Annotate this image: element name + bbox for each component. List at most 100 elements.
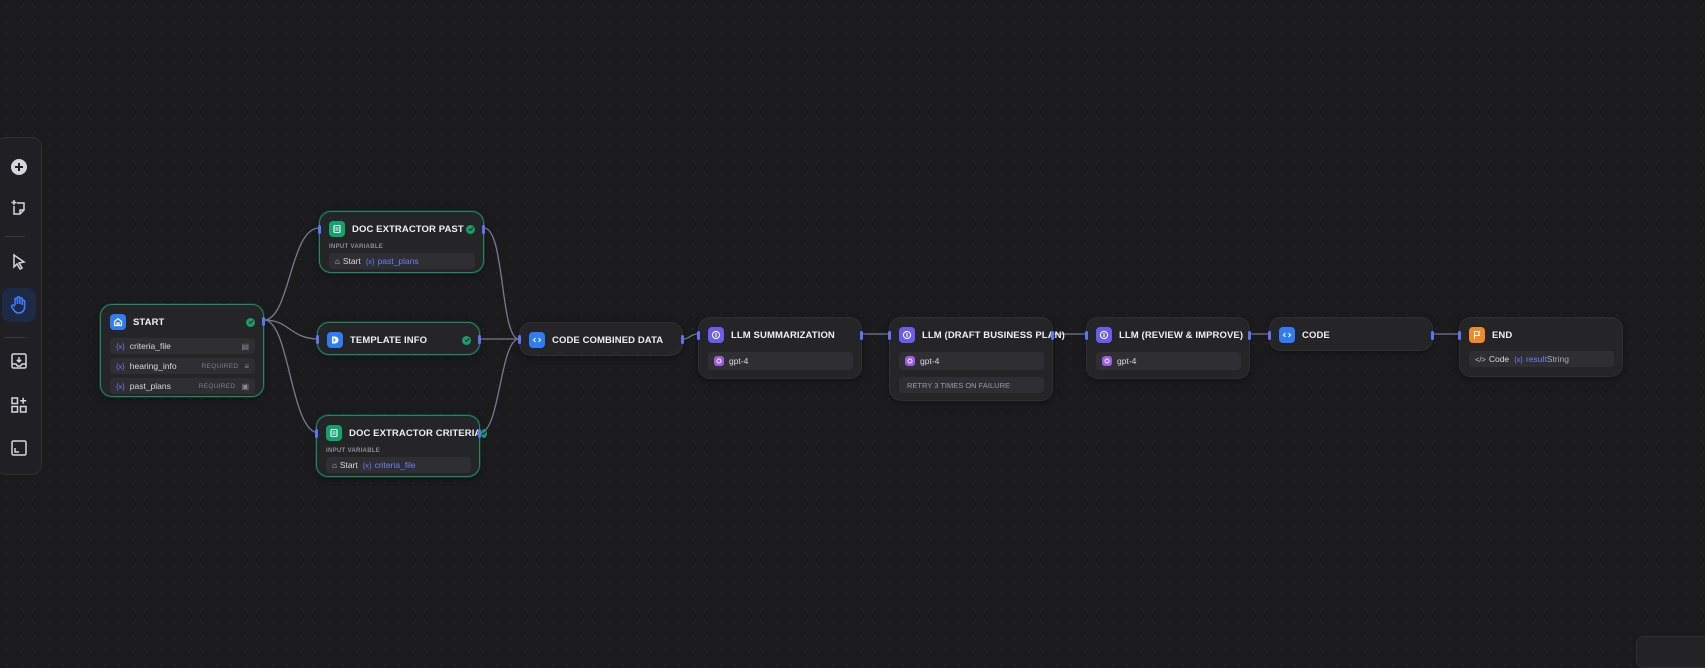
output-handle[interactable] — [681, 335, 684, 344]
node-title: CODE — [1302, 329, 1330, 341]
home-icon: ⌂ — [332, 460, 337, 470]
doc-extractor-icon — [326, 425, 342, 441]
export-image-icon[interactable] — [2, 344, 36, 378]
variable-name: criteria_file — [374, 460, 416, 470]
node-title: DOC EXTRACTOR PAST — [352, 223, 464, 235]
code-combined-data-node[interactable]: CODE COMBINED DATA — [518, 322, 684, 356]
input-handle[interactable] — [697, 331, 700, 340]
doc-extractor-criteria-node[interactable]: DOC EXTRACTOR CRITERIA INPUT VARIABLE ⌂ … — [315, 415, 488, 477]
model-row: gpt-4 — [899, 352, 1044, 370]
output-handle[interactable] — [860, 331, 863, 340]
output-handle[interactable] — [482, 225, 485, 234]
model-name: gpt-4 — [729, 356, 749, 366]
node-title: LLM (REVIEW & IMPROVE) — [1119, 329, 1244, 341]
input-handle[interactable] — [888, 331, 891, 340]
variable-name: past_plans — [377, 256, 419, 266]
start-variable-row: {x} past_plans REQUIRED ▣ — [110, 378, 255, 394]
add-note-icon[interactable] — [2, 191, 36, 225]
input-variable-row: ⌂ Start {x} past_plans — [329, 253, 475, 269]
model-name: gpt-4 — [1117, 356, 1137, 366]
output-handle[interactable] — [262, 317, 265, 326]
source-node-name: Start — [342, 256, 361, 266]
input-variable-label: INPUT VARIABLE — [329, 244, 384, 250]
output-handle[interactable] — [1431, 331, 1434, 340]
paragraph-icon: ≡ — [244, 361, 249, 371]
source-node-name: Start — [339, 460, 358, 470]
output-handle[interactable] — [478, 335, 481, 344]
node-title: START — [133, 316, 165, 328]
node-title: END — [1492, 329, 1513, 341]
hand-icon[interactable] — [2, 288, 36, 322]
input-variable-label: INPUT VARIABLE — [326, 448, 381, 454]
retry-info: RETRY 3 TIMES ON FAILURE — [899, 377, 1044, 393]
home-icon: ⌂ — [335, 256, 340, 266]
code-icon — [529, 332, 545, 348]
success-status-icon — [466, 224, 475, 234]
llm-icon — [708, 327, 724, 343]
organize-blocks-icon[interactable] — [2, 388, 36, 422]
doc-extractor-icon — [329, 221, 345, 237]
llm-review-improve-node[interactable]: LLM (REVIEW & IMPROVE) gpt-4 — [1085, 317, 1251, 379]
add-node-icon[interactable] — [2, 150, 36, 184]
edge-combined-summary — [682, 333, 699, 340]
node-title: TEMPLATE INFO — [350, 334, 428, 346]
template-info-node[interactable]: TEMPLATE INFO — [316, 322, 481, 355]
variable-type: String — [1546, 354, 1569, 364]
model-row: gpt-4 — [708, 352, 853, 370]
node-title: LLM (DRAFT BUSINESS PLAN) — [922, 329, 1065, 341]
required-badge: REQUIRED — [201, 362, 239, 370]
node-title: CODE COMBINED DATA — [552, 334, 664, 346]
llm-summarization-node[interactable]: LLM SUMMARIZATION gpt-4 — [697, 317, 863, 379]
variable-name: hearing_info — [129, 361, 177, 371]
edge-start-doc-criteria — [263, 319, 320, 434]
input-handle[interactable] — [518, 335, 521, 344]
openai-model-icon — [905, 356, 915, 366]
llm-draft-business-plan-node[interactable]: LLM (DRAFT BUSINESS PLAN) gpt-4 RETRY 3 … — [888, 317, 1065, 401]
minimap-panel[interactable] — [1636, 636, 1705, 668]
success-status-icon — [462, 335, 471, 345]
start-node[interactable]: START {x} criteria_file ▤ {x} hearing_in… — [100, 304, 265, 397]
edge-doc-criteria-combined — [479, 338, 520, 434]
file-icon: ▤ — [241, 341, 249, 351]
variable-name: criteria_file — [129, 341, 171, 351]
edge-start-doc-past — [263, 227, 320, 321]
node-title: DOC EXTRACTOR CRITERIA — [349, 427, 482, 439]
input-handle[interactable] — [318, 225, 321, 234]
code-node[interactable]: CODE — [1268, 317, 1434, 351]
code-icon: </> — [1475, 354, 1486, 364]
edge-start-template — [263, 319, 320, 340]
input-handle[interactable] — [1268, 331, 1271, 340]
llm-icon — [899, 327, 915, 343]
end-icon — [1469, 327, 1485, 343]
input-handle[interactable] — [1458, 331, 1461, 340]
fit-view-icon[interactable] — [2, 431, 36, 465]
file-list-icon: ▣ — [241, 381, 249, 391]
node-title: LLM SUMMARIZATION — [731, 329, 835, 341]
end-node[interactable]: END </> Code {x} result String — [1458, 317, 1623, 377]
input-handle[interactable] — [1085, 331, 1088, 340]
input-variable-row: ⌂ Start {x} criteria_file — [326, 457, 471, 473]
template-icon — [327, 332, 343, 348]
model-name: gpt-4 — [920, 356, 940, 366]
output-variable-row: </> Code {x} result String — [1469, 351, 1614, 367]
home-icon — [110, 314, 126, 330]
input-handle[interactable] — [315, 429, 318, 438]
output-handle[interactable] — [1248, 331, 1251, 340]
input-handle[interactable] — [316, 335, 319, 344]
variable-name: past_plans — [129, 381, 171, 391]
success-status-icon — [481, 428, 488, 438]
variable-name: result — [1525, 354, 1547, 364]
code-icon — [1279, 327, 1295, 343]
openai-model-icon — [1102, 356, 1112, 366]
llm-icon — [1096, 327, 1112, 343]
source-node-name: Code — [1488, 354, 1510, 364]
model-row: gpt-4 — [1096, 352, 1241, 370]
required-badge: REQUIRED — [198, 382, 236, 390]
output-handle[interactable] — [478, 429, 481, 438]
doc-extractor-past-node[interactable]: DOC EXTRACTOR PAST INPUT VARIABLE ⌂ Star… — [318, 211, 485, 273]
success-status-icon — [246, 317, 255, 327]
output-handle[interactable] — [1051, 331, 1054, 340]
start-variable-row: {x} criteria_file ▤ — [110, 338, 255, 354]
start-variable-row: {x} hearing_info REQUIRED ≡ — [110, 358, 255, 374]
pointer-icon[interactable] — [2, 245, 36, 279]
